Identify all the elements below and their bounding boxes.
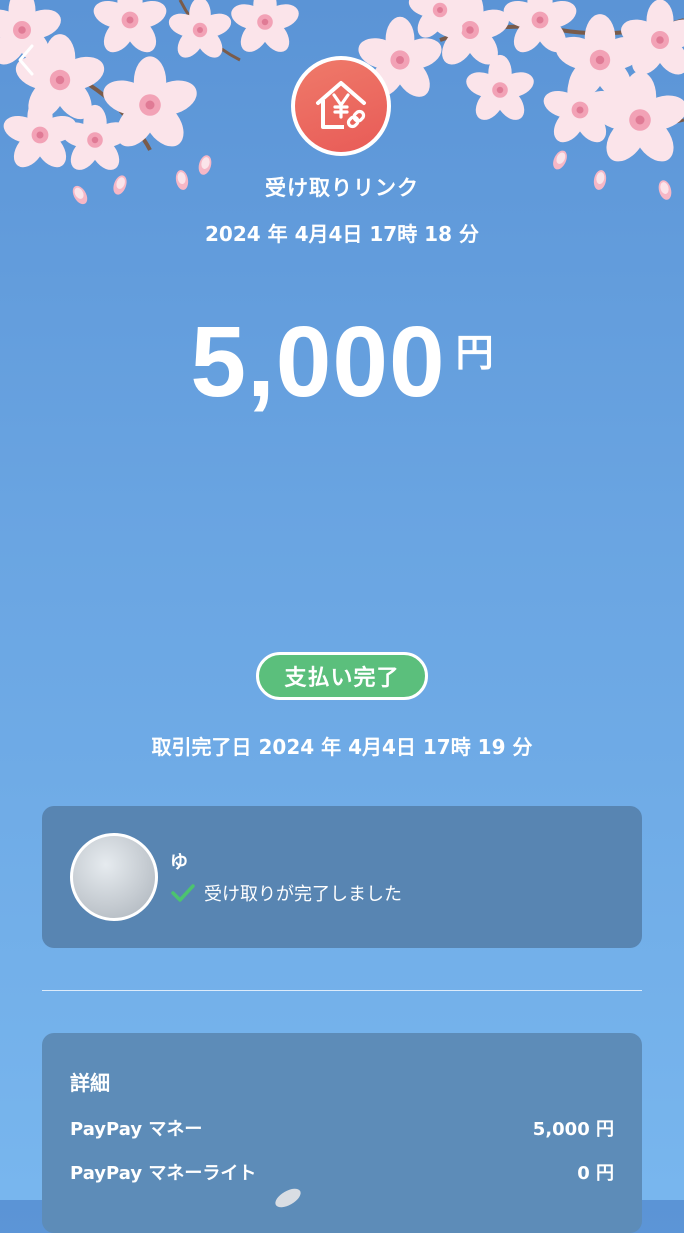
- details-title: 詳細: [70, 1071, 110, 1095]
- page-title: 受け取りリンク: [265, 176, 419, 200]
- detail-row: PayPay マネー 5,000 円: [70, 1115, 614, 1141]
- created-datetime: 2024 年 4月4日 17時 18 分: [205, 222, 479, 246]
- detail-label: PayPay マネー: [70, 1119, 203, 1140]
- receiver-status-text: 受け取りが完了しました: [204, 884, 402, 905]
- receiver-status: 受け取りが完了しました: [170, 880, 402, 906]
- divider: [42, 990, 642, 991]
- detail-value: 5,000 円: [532, 1119, 614, 1140]
- receiver-name: ゆ: [170, 852, 188, 873]
- receiver-card: ゆ 受け取りが完了しました: [42, 806, 642, 948]
- detail-label: PayPay マネーライト: [70, 1163, 257, 1184]
- yen-house-link-icon: [316, 81, 366, 129]
- amount-currency: 円: [455, 331, 494, 375]
- petal-decoration: [275, 1188, 301, 1208]
- detail-row: PayPay マネーライト 0 円: [70, 1159, 614, 1185]
- back-button[interactable]: [6, 38, 46, 82]
- check-icon: [171, 884, 195, 902]
- completed-datetime: 取引完了日 2024 年 4月4日 17時 19 分: [151, 735, 533, 759]
- amount-display: 5,000 円: [0, 305, 684, 420]
- detail-value: 0 円: [577, 1163, 614, 1184]
- avatar[interactable]: [70, 833, 158, 921]
- status-badge: 支払い完了: [256, 652, 428, 700]
- chevron-left-icon: [18, 44, 34, 76]
- transaction-type-icon: [291, 56, 391, 156]
- details-card: 詳細 PayPay マネー 5,000 円 PayPay マネーライト 0 円: [42, 1033, 642, 1233]
- amount-value: 5,000: [190, 306, 446, 418]
